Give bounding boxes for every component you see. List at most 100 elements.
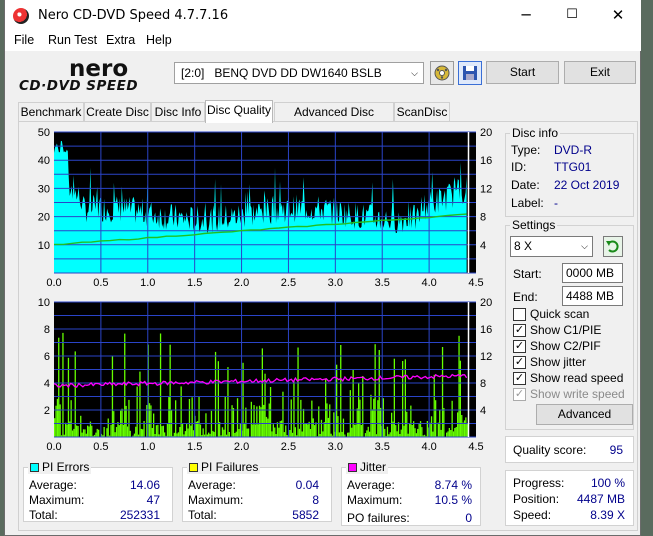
pi-failures-bar [450,430,452,437]
disc-label-value: - [554,196,558,210]
x-tick-label: 1.0 [140,441,155,453]
pi-failures-bar [164,432,166,437]
pi-failures-bar [223,429,225,437]
pi-failures-bar [199,424,202,437]
pi-failures-bar [329,404,331,437]
pi-failures-bar [337,416,339,437]
pi-failures-bar [186,423,188,437]
tab-advanced-disc-quality[interactable]: Advanced Disc Quality [274,102,394,137]
title-bar[interactable]: Nero CD-DVD Speed 4.7.7.16 ─ ☐ ✕ [5,0,641,31]
pi-failures-bar [227,367,229,437]
pi-failures-bar [59,404,61,437]
pi-failures-bar [107,418,109,437]
x-tick-label: 3.5 [375,277,390,289]
x-tick-label: 0.0 [46,277,61,289]
pi-failures-bar [341,431,343,437]
progress-box: Progress: 100 % Position: 4487 MB Speed:… [505,470,634,526]
menu-extra[interactable]: Extra [106,33,135,47]
pi-failures-bar [417,428,419,437]
drive-info-button[interactable] [430,61,454,85]
pi-failures-bar [311,400,313,437]
menu-file[interactable]: File [14,33,34,47]
checkbox-label: Show C1/PIE [530,323,602,337]
pi-failures-bar [142,429,144,437]
close-button[interactable]: ✕ [595,0,641,31]
pi-failures-bar [70,400,72,437]
checkbox-show-read-speed[interactable]: ✓ [513,372,526,385]
pi-failures-bar [192,430,195,437]
pi-failures-bar [115,427,118,437]
pi-failures-bar [71,430,74,437]
pi-failures-bar [162,425,164,437]
checkbox-show-c2-pif[interactable]: ✓ [513,340,526,353]
save-results-button[interactable] [458,61,482,85]
pi-failures-bar [380,407,382,437]
minimize-button[interactable]: ─ [503,0,549,31]
pi-failures-bar [195,421,197,437]
checkbox-label: Quick scan [530,307,590,321]
x-tick-label: 3.5 [375,441,390,453]
settings-legend: Settings [510,218,558,232]
x-tick-label: 1.0 [140,277,155,289]
start-input[interactable]: 0000 MB [562,263,623,283]
pi-errors-average-label: Average: [29,478,77,492]
disc-info-group: Disc info Type: DVD-R ID: TTG01 Date: 22… [505,126,634,217]
pi-failures-bar [282,391,284,437]
pi-failures-bar [359,399,361,437]
pi-failures-bar [370,394,372,437]
drive-select[interactable]: [2:0] BENQ DVD DD DW1640 BSLB ⌵ [174,62,424,84]
pi-failures-bar [304,423,306,437]
tab-disc-quality[interactable]: Disc Quality [205,100,273,123]
pi-failures-average-value: 0.04 [295,478,319,492]
pi-failures-bar [155,425,158,437]
menu-help[interactable]: Help [146,33,172,47]
pi-failures-bar [272,424,274,437]
pi-failures-bar [135,426,137,437]
pi-failures-bar [235,431,237,437]
tab-benchmark[interactable]: Benchmark [18,102,84,122]
x-tick-label: 4.5 [468,441,483,453]
pi-failures-bar [212,430,214,437]
checkbox-show-c1-pie[interactable]: ✓ [513,324,526,337]
menu-run-test[interactable]: Run Test [48,33,97,47]
progress-label: Progress: [513,476,565,490]
pi-failures-bar [271,431,273,437]
refresh-speed-button[interactable] [603,236,623,257]
pi-failures-bar [278,427,280,437]
y2-tick-label: 12 [480,351,492,363]
pi-failures-bar [466,424,468,437]
pi-failures-bar [280,420,283,437]
nero-logo: nero CD·DVD SPEED [19,56,138,94]
pi-failures-bar [451,400,453,437]
disc-date-value: 22 Oct 2019 [554,178,620,192]
pi-failures-bar [458,335,460,437]
disc-id-label: ID: [511,160,527,174]
pi-failures-bar [443,408,445,437]
pi-failures-bar [377,400,379,437]
pi-failures-bar [283,432,285,437]
disc-label-label: Label: [511,196,544,210]
pi-failures-bar [202,428,204,437]
tab-disc-info[interactable]: Disc Info [151,102,205,122]
pi-failures-bar [81,432,83,437]
pi-failures-bar [188,399,191,437]
jitter-swatch [348,463,357,472]
tab-create-disc[interactable]: Create Disc [84,102,151,122]
checkbox-quick-scan[interactable] [513,308,526,321]
checkbox-label: Show jitter [530,355,587,369]
start-button[interactable]: Start [486,61,559,84]
speed-select[interactable]: 8 X ⌵ [510,236,593,257]
checkbox-show-jitter[interactable]: ✓ [513,356,526,369]
pi-failures-bar [362,376,364,437]
exit-button[interactable]: Exit [564,61,636,84]
pi-failures-bar [180,386,182,437]
tab-scandisc[interactable]: ScanDisc [394,102,450,122]
x-tick-label: 1.5 [187,441,202,453]
pi-failures-bar [360,425,362,437]
advanced-button[interactable]: Advanced [536,404,633,425]
pi-failures-bar [256,406,258,437]
pi-failures-bar [118,425,120,437]
end-input[interactable]: 4488 MB [562,286,623,306]
maximize-button[interactable]: ☐ [549,0,595,31]
pi-failures-bar [267,418,269,437]
